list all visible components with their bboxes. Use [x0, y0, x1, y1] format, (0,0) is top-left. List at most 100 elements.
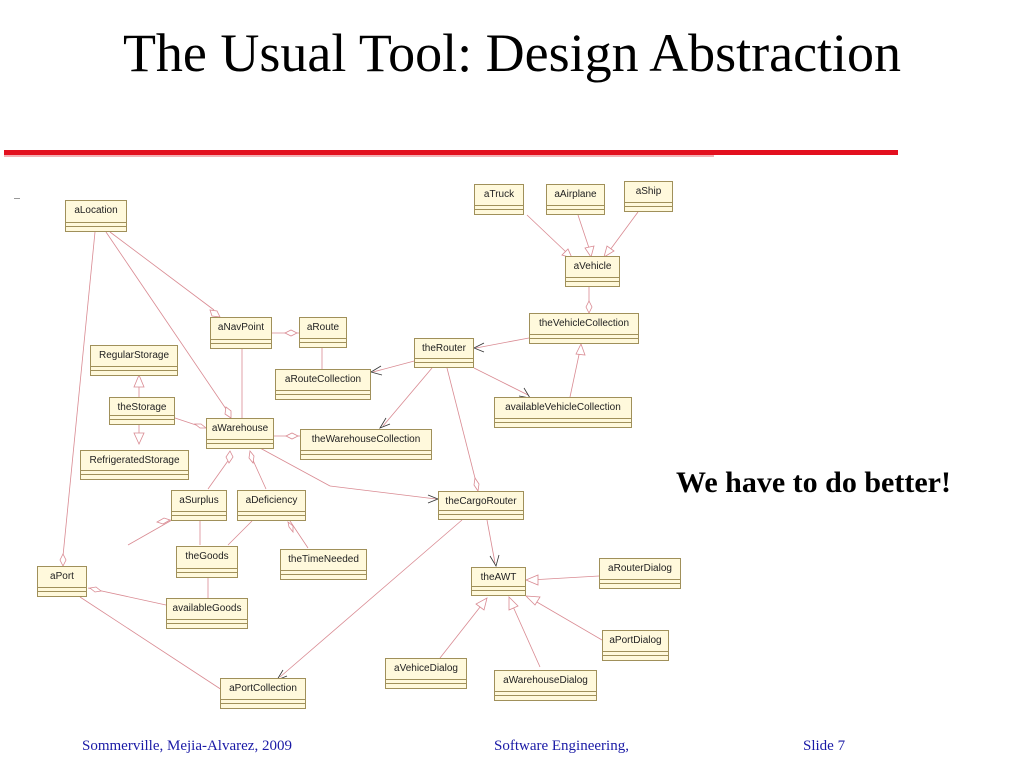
compartment-divider [66, 222, 126, 223]
node-label: availableVehicleCollection [505, 402, 621, 413]
aggregation-diamond [284, 329, 298, 337]
uml-node-aDeficiency[interactable]: aDeficiency [237, 490, 306, 521]
edge-portdialog-awt [529, 597, 603, 641]
edge-warehouse-surplus [207, 457, 231, 490]
aggregation-diamond [59, 553, 67, 567]
uml-node-RegularStorage[interactable]: RegularStorage [90, 345, 178, 376]
node-label: aTruck [483, 189, 515, 200]
compartment-divider [91, 370, 177, 371]
edge-warehouse-deficiency [251, 457, 267, 490]
compartment-divider [625, 206, 672, 207]
node-label: aWarehouseDialog [503, 675, 588, 686]
edge-location-port [62, 231, 96, 557]
uml-node-theRouter[interactable]: theRouter [414, 338, 474, 368]
aggregation-diamond [285, 432, 299, 440]
compartment-divider [276, 394, 370, 395]
compartment-divider [386, 683, 466, 684]
compartment-divider [495, 422, 631, 423]
generalization-triangle [575, 342, 586, 356]
compartment-divider [472, 590, 525, 591]
compartment-divider [439, 514, 523, 515]
uml-node-theWarehouseCollection[interactable]: theWarehouseCollection [300, 429, 432, 460]
uml-node-RefrigeratedStorage[interactable]: RefrigeratedStorage [80, 450, 189, 480]
node-label: aVehiceDialog [394, 663, 458, 674]
node-label: theAWT [480, 572, 517, 583]
uml-node-theStorage[interactable]: theStorage [109, 397, 175, 425]
uml-node-aVehiceDialog[interactable]: aVehiceDialog [385, 658, 467, 689]
node-label: aAirplane [554, 189, 597, 200]
aggregation-diamond [287, 521, 294, 534]
compartment-divider [301, 454, 431, 455]
node-label: aLocation [74, 205, 118, 216]
uml-node-aRouteCollection[interactable]: aRouteCollection [275, 369, 371, 400]
compartment-divider [207, 439, 273, 440]
edge-routerdialog-awt [529, 575, 600, 581]
compartment-divider [281, 570, 366, 571]
compartment-divider [530, 338, 638, 339]
uml-node-aShip[interactable]: aShip [624, 181, 673, 212]
compartment-divider [177, 572, 237, 573]
compartment-divider [415, 358, 473, 359]
uml-node-aWarehouse[interactable]: aWarehouse [206, 418, 274, 449]
node-label: aRouteCollection [284, 374, 362, 385]
compartment-divider [221, 703, 305, 704]
node-label: aVehicle [573, 261, 612, 272]
uml-node-availableVehicleCollection[interactable]: availableVehicleCollection [494, 397, 632, 428]
uml-node-theTimeNeeded[interactable]: theTimeNeeded [280, 549, 367, 580]
compartment-divider [547, 205, 604, 206]
uml-node-theCargoRouter[interactable]: theCargoRouter [438, 491, 524, 520]
compartment-divider [172, 511, 226, 512]
compartment-divider [495, 695, 596, 696]
uml-node-aWarehouseDialog[interactable]: aWarehouseDialog [494, 670, 597, 701]
compartment-divider [81, 474, 188, 475]
node-label: aWarehouse [211, 423, 269, 434]
edge-vehicedialog-awt [439, 601, 485, 659]
compartment-divider [167, 623, 247, 624]
uml-node-availableGoods[interactable]: availableGoods [166, 598, 248, 629]
edge-cargorouter-portcollection [279, 519, 463, 678]
compartment-divider [211, 343, 271, 344]
uml-node-theGoods[interactable]: theGoods [176, 546, 238, 578]
uml-node-aPort[interactable]: aPort [37, 566, 87, 597]
uml-node-aSurplus[interactable]: aSurplus [171, 490, 227, 521]
generalization-triangle [524, 595, 541, 606]
uml-node-theAWT[interactable]: theAWT [471, 567, 526, 596]
callout-text: We have to do better! [676, 466, 951, 499]
compartment-divider [172, 515, 226, 516]
uml-node-aPortDialog[interactable]: aPortDialog [602, 630, 669, 661]
compartment-divider [475, 205, 523, 206]
edge-router-warehousecollection [382, 367, 433, 427]
compartment-divider [386, 679, 466, 680]
footer-course: Software Engineering, [494, 738, 629, 754]
node-label: availableGoods [172, 603, 242, 614]
uml-node-aAirplane[interactable]: aAirplane [546, 184, 605, 215]
compartment-divider [177, 568, 237, 569]
footer-authors: Sommerville, Mejia-Alvarez, 2009 [82, 738, 292, 754]
compartment-divider [281, 574, 366, 575]
edge-warehouse-cargorouter-2 [329, 485, 437, 500]
edge-airplane-vehicle [577, 214, 590, 249]
uml-node-aRoute[interactable]: aRoute [299, 317, 347, 348]
compartment-divider [566, 281, 619, 282]
compartment-divider [495, 418, 631, 419]
node-label: aNavPoint [217, 322, 265, 333]
uml-node-aNavPoint[interactable]: aNavPoint [210, 317, 272, 349]
node-label: aRouterDialog [608, 563, 672, 574]
node-label: theGoods [185, 551, 229, 562]
uml-node-aRouterDialog[interactable]: aRouterDialog [599, 558, 681, 589]
uml-node-aTruck[interactable]: aTruck [474, 184, 524, 215]
uml-node-aVehicle[interactable]: aVehicle [565, 256, 620, 287]
compartment-divider [600, 579, 680, 580]
compartment-divider [600, 583, 680, 584]
compartment-divider [38, 591, 86, 592]
aggregation-diamond [473, 476, 480, 493]
compartment-divider [625, 202, 672, 203]
generalization-triangle [508, 596, 519, 611]
compartment-divider [207, 443, 273, 444]
aggregation-diamond [193, 423, 208, 429]
uml-node-aPortCollection[interactable]: aPortCollection [220, 678, 306, 709]
uml-node-aLocation[interactable]: aLocation [65, 200, 127, 232]
edge-surplus-side [127, 519, 173, 546]
compartment-divider [81, 470, 188, 471]
uml-node-theVehicleCollection[interactable]: theVehicleCollection [529, 313, 639, 344]
